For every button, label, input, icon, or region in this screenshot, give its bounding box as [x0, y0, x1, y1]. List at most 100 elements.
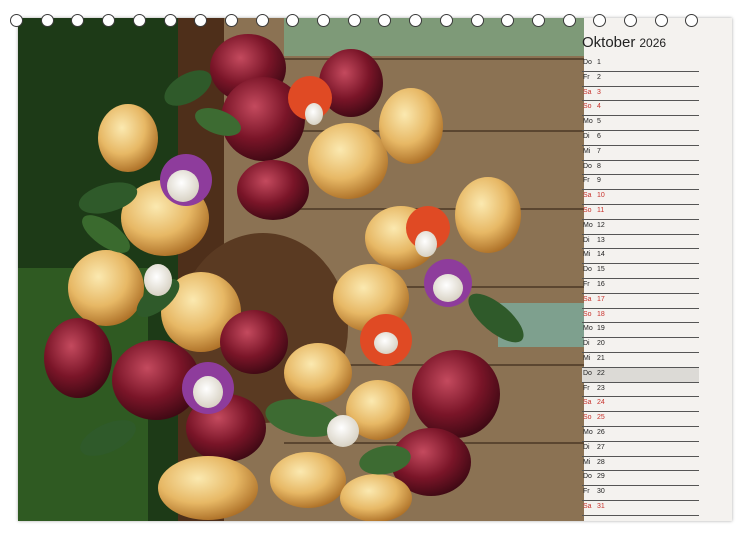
- day-row: Mi 28: [582, 457, 699, 472]
- day-row: So 4: [582, 101, 699, 117]
- weekday-label: Mo: [583, 221, 593, 229]
- weekday-label: Di: [583, 443, 590, 451]
- day-number: 18: [597, 310, 605, 318]
- day-row: Di 13: [582, 235, 699, 250]
- day-row: Do 29: [582, 471, 699, 487]
- year-label: 2026: [639, 36, 667, 50]
- binding-ring: [10, 14, 23, 27]
- weekday-label: Fr: [583, 177, 590, 185]
- weekday-label: Do: [583, 369, 592, 377]
- binding-ring: [654, 14, 668, 27]
- day-number: 19: [597, 325, 605, 333]
- binding-ring: [531, 14, 545, 27]
- binding-ring: [194, 14, 208, 27]
- binding-ring: [163, 14, 177, 27]
- day-row: Di 27: [582, 442, 699, 457]
- day-row: Sa 17: [582, 294, 699, 309]
- day-number: 24: [597, 399, 605, 407]
- weekday-label: Mi: [583, 251, 591, 259]
- weekday-label: So: [583, 310, 592, 318]
- weekday-label: So: [583, 103, 592, 111]
- binding-ring: [347, 14, 361, 27]
- binding-ring: [562, 14, 576, 27]
- weekday-label: Fr: [583, 488, 590, 496]
- day-number: 6: [597, 132, 601, 140]
- day-number: 5: [597, 118, 601, 126]
- day-row: Mi 7: [582, 146, 699, 161]
- day-row: Sa 31: [582, 501, 699, 516]
- weekday-label: Sa: [583, 502, 592, 510]
- day-row: Mo 26: [582, 427, 699, 442]
- weekday-label: Di: [583, 340, 590, 348]
- onion-wreath-illustration: [18, 18, 584, 521]
- weekday-label: So: [583, 206, 592, 214]
- weekday-label: Fr: [583, 384, 590, 392]
- day-row: So 18: [582, 309, 699, 324]
- day-number: 30: [597, 488, 605, 496]
- day-number: 21: [597, 354, 605, 362]
- day-number: 14: [597, 251, 605, 259]
- binding-ring: [317, 14, 330, 27]
- weekday-label: Di: [583, 236, 590, 244]
- day-row: Mi 21: [582, 353, 699, 368]
- day-row: Fr 2: [582, 72, 699, 87]
- day-row: Di 6: [582, 131, 699, 146]
- weekday-label: Do: [583, 473, 592, 481]
- day-number: 27: [597, 443, 605, 451]
- day-row: Di 20: [582, 338, 699, 353]
- binding-ring: [501, 14, 515, 27]
- day-number: 4: [597, 103, 601, 111]
- day-number: 1: [597, 59, 601, 66]
- day-row: Sa 10: [582, 190, 699, 205]
- day-row: Mo 5: [582, 116, 699, 131]
- day-row: Fr 16: [582, 279, 699, 294]
- day-row: Sa 24: [582, 397, 699, 413]
- binding-ring: [439, 14, 453, 27]
- day-row: Sa 3: [582, 87, 699, 102]
- weekday-label: Do: [583, 266, 592, 274]
- binding-ring: [470, 14, 484, 27]
- weekday-label: Fr: [583, 73, 590, 81]
- day-list: Do 1 Fr 2 Sa 3 So 4 Mo 5 Di 6 Mi 7 Do 8 Fr 9 Sa 10 So 11 Mo 12 D…: [582, 57, 699, 516]
- day-number: 17: [597, 295, 605, 303]
- month-title: Oktober 2026: [582, 34, 666, 51]
- weekday-label: Do: [583, 162, 592, 170]
- binding-ring: [685, 14, 699, 27]
- day-number: 10: [597, 192, 605, 200]
- day-row: Fr 23: [582, 383, 699, 398]
- day-number: 2: [597, 73, 601, 81]
- binding-ring: [593, 14, 607, 27]
- weekday-label: Sa: [583, 399, 592, 407]
- weekday-label: Mi: [583, 354, 591, 362]
- binding-ring: [255, 14, 269, 27]
- weekday-label: Mi: [583, 147, 591, 155]
- day-row: Do 1: [582, 57, 699, 72]
- day-number: 22: [597, 369, 605, 377]
- binding-ring: [624, 14, 637, 27]
- day-row: Fr 9: [582, 175, 699, 191]
- weekday-label: Di: [583, 132, 590, 140]
- weekday-label: Mo: [583, 325, 593, 333]
- binding-ring: [132, 14, 146, 27]
- day-row: Mo 19: [582, 323, 699, 339]
- day-number: 13: [597, 236, 605, 244]
- day-number: 16: [597, 280, 605, 288]
- onion-wreath-photo: [18, 18, 584, 521]
- day-number: 11: [597, 206, 605, 214]
- binding-ring: [224, 14, 238, 27]
- weekday-label: Mo: [583, 118, 593, 126]
- day-number: 12: [597, 221, 605, 229]
- binding-ring: [102, 14, 116, 27]
- day-row: Do 8: [582, 161, 699, 176]
- day-number: 25: [597, 414, 605, 422]
- weekday-label: Mo: [583, 428, 593, 436]
- binding-rings: [10, 14, 708, 30]
- weekday-label: Fr: [583, 280, 590, 288]
- day-row: Mo 12: [582, 220, 699, 235]
- month-name: Oktober: [582, 34, 636, 51]
- day-number: 8: [597, 162, 601, 170]
- weekday-label: Sa: [583, 192, 592, 200]
- binding-ring: [409, 14, 423, 27]
- binding-ring: [71, 14, 85, 27]
- day-number: 7: [597, 147, 601, 155]
